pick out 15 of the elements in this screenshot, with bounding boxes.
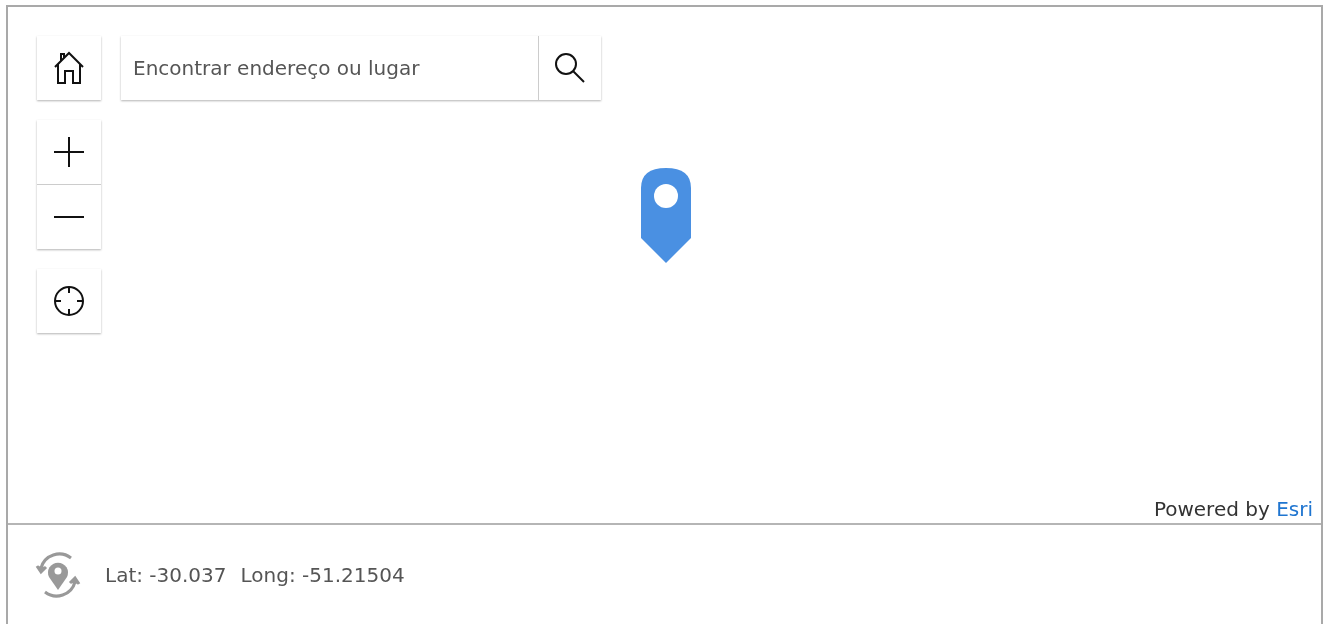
- esri-link[interactable]: Esri: [1276, 497, 1313, 521]
- location-refresh-icon: [33, 549, 83, 600]
- plus-icon: [53, 136, 85, 168]
- crosshair-icon: [53, 285, 85, 317]
- locate-button[interactable]: [37, 269, 101, 333]
- latitude-text: Lat: -30.037: [105, 562, 227, 587]
- search-icon: [554, 52, 586, 84]
- search-field[interactable]: Encontrar endereço ou lugar: [121, 36, 601, 100]
- search-button[interactable]: [538, 36, 601, 100]
- home-icon: [53, 51, 85, 85]
- longitude-text: Long: -51.21504: [240, 562, 405, 587]
- map-pin-icon[interactable]: [641, 168, 691, 263]
- zoom-in-button[interactable]: [37, 120, 101, 184]
- home-button[interactable]: [37, 36, 101, 100]
- minus-icon: [53, 215, 85, 219]
